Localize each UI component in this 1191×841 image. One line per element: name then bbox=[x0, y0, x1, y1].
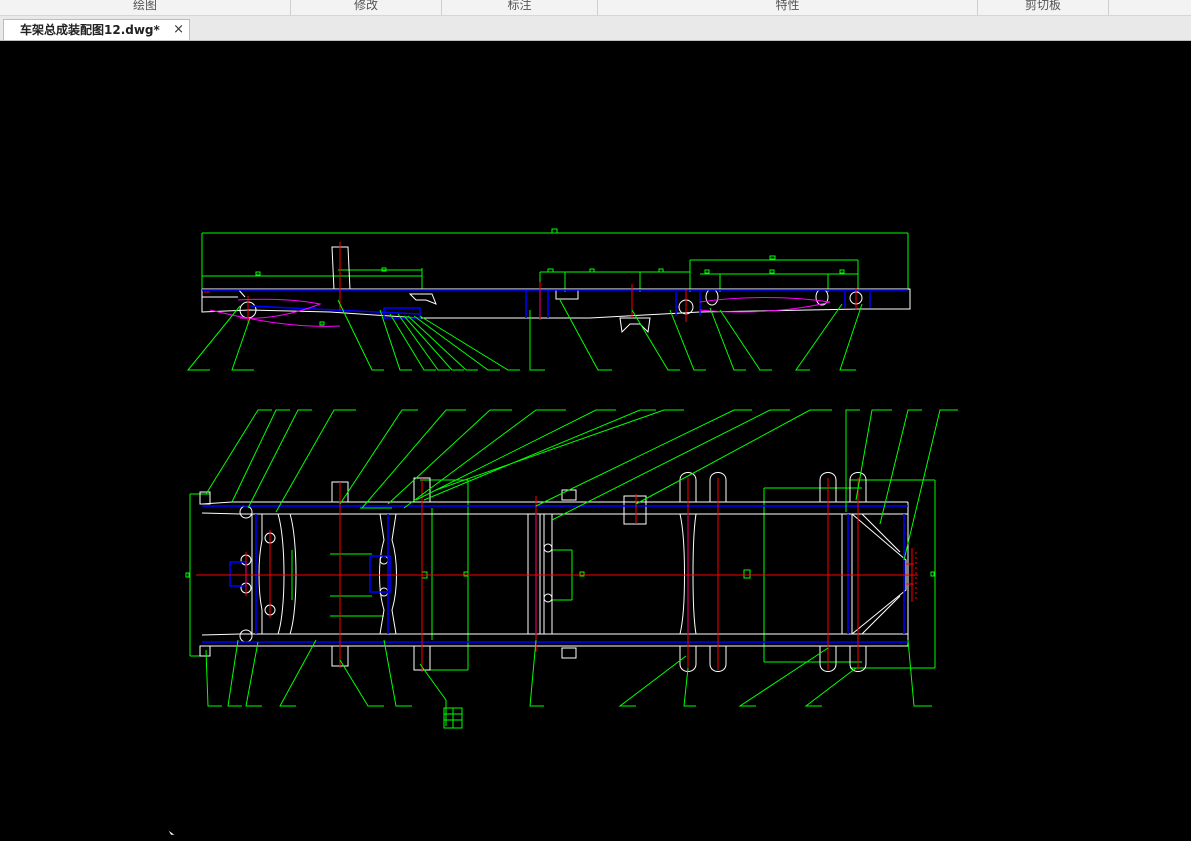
drawing-canvas[interactable] bbox=[0, 41, 1191, 837]
document-tab[interactable]: 车架总成装配图12.dwg* × bbox=[3, 19, 190, 40]
ribbon-group-modify[interactable]: 修改 bbox=[291, 0, 442, 15]
side-view bbox=[186, 228, 911, 371]
mouse-cursor-icon bbox=[168, 830, 176, 836]
side-view-hidden-lines bbox=[202, 289, 908, 319]
cad-drawing bbox=[185, 228, 958, 729]
document-tab-title: 车架总成装配图12.dwg* bbox=[20, 23, 160, 37]
top-view-leaders-bottom bbox=[205, 639, 932, 726]
close-icon[interactable]: × bbox=[173, 20, 184, 40]
top-view-frame-rails bbox=[199, 491, 909, 657]
top-view-centerlines bbox=[196, 478, 918, 672]
title-block-fragment bbox=[443, 707, 463, 729]
document-tab-bar: 车架总成装配图12.dwg* × bbox=[0, 16, 1191, 41]
ribbon-group-annotate[interactable]: 标注 bbox=[442, 0, 598, 15]
top-view-hidden-lines bbox=[202, 505, 908, 643]
top-view bbox=[185, 409, 958, 729]
ribbon-group-clipboard[interactable]: 剪切板 bbox=[978, 0, 1109, 15]
ribbon-group-properties[interactable]: 特性 bbox=[598, 0, 978, 15]
top-view-leaders-top bbox=[205, 409, 958, 561]
ribbon-group-draw[interactable]: 绘图 bbox=[0, 0, 291, 15]
side-view-overall-dimension bbox=[201, 228, 909, 326]
ribbon-panel-titles: 绘图 修改 标注 特性 剪切板 bbox=[0, 0, 1191, 16]
side-view-leaf-springs bbox=[209, 297, 831, 327]
